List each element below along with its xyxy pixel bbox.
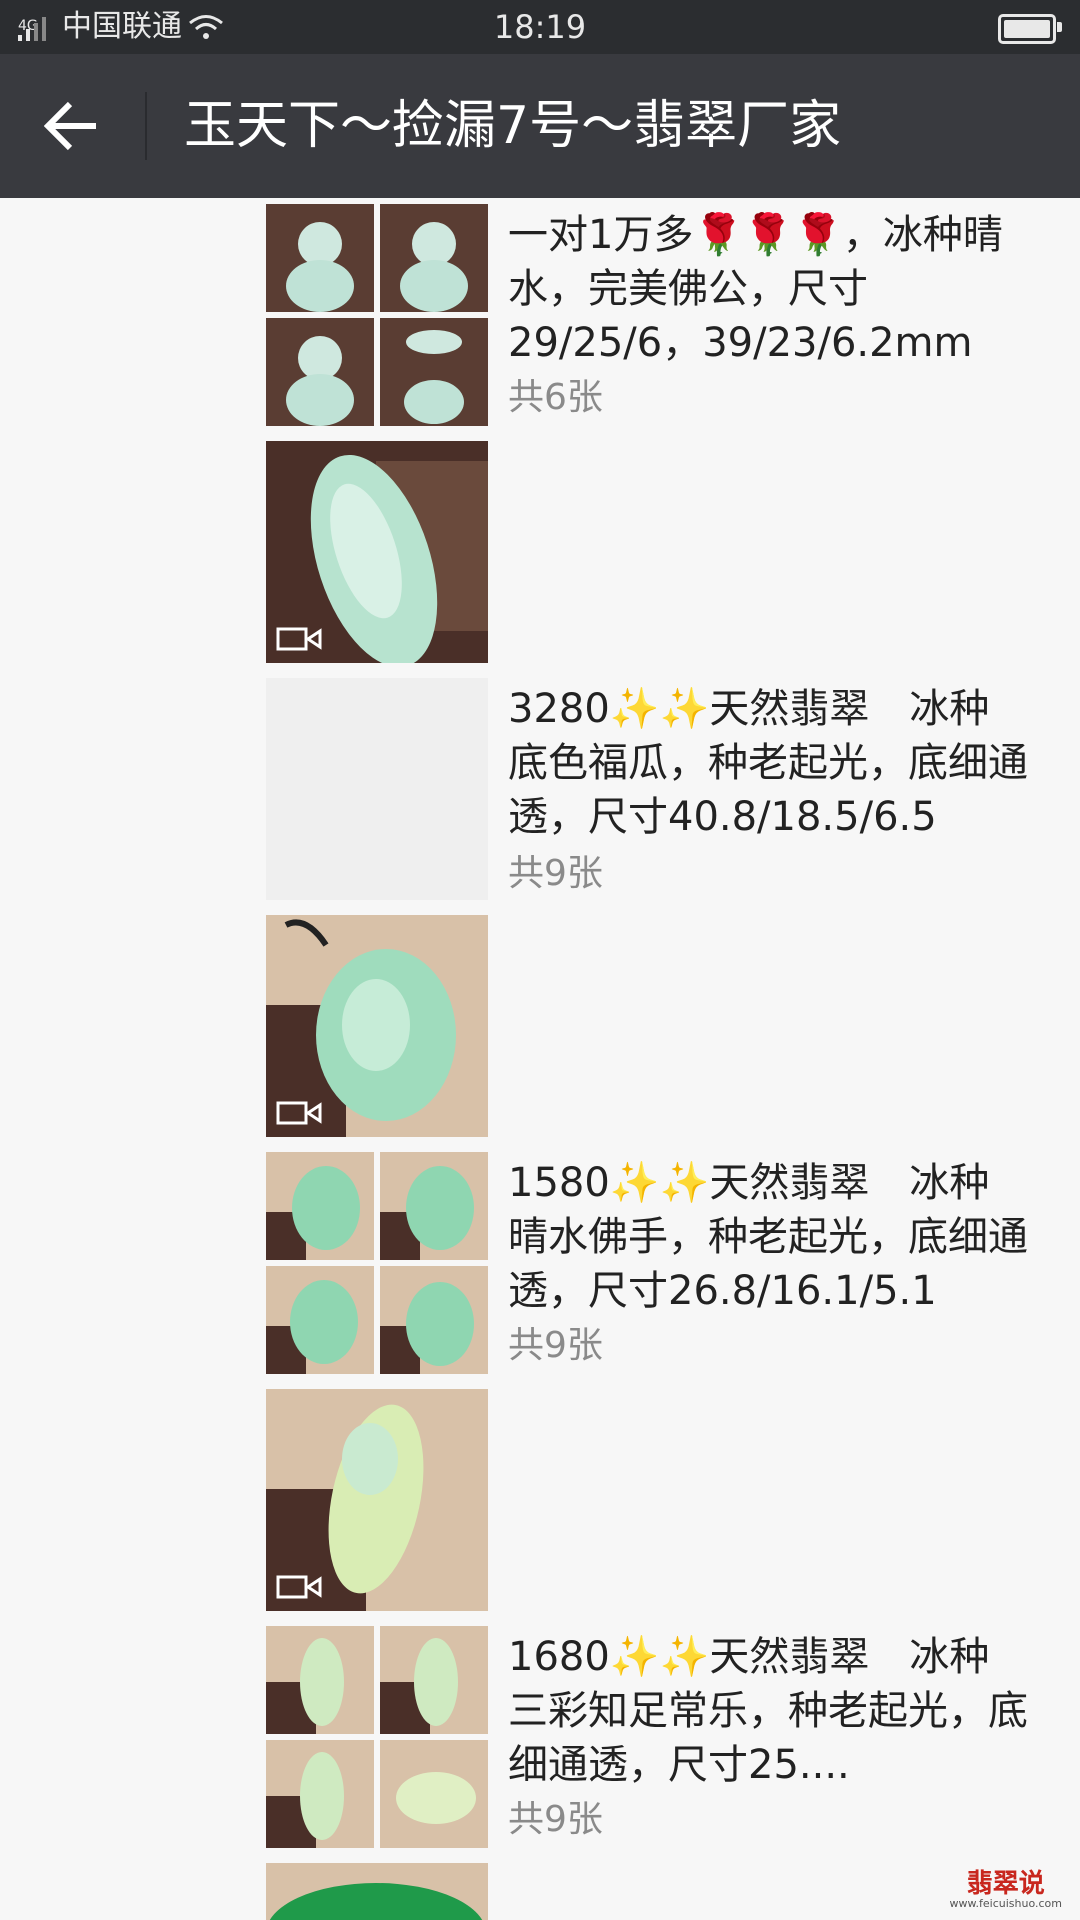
status-bar: 4G 中国联通 18:19: [0, 0, 1080, 54]
post-caption: 1580✨✨天然翡翠 冰种晴水佛手，种老起光，底细通透，尺寸26.8/16.1/…: [508, 1160, 1028, 1314]
photo-count: 共9张: [508, 1799, 603, 1840]
post-caption: 1680✨✨天然翡翠 冰种三彩知足常乐，种老起光，底细通透，尺寸25....: [508, 1634, 1028, 1788]
list-item[interactable]: [266, 1863, 1066, 1920]
jade-pendant-photo: [266, 1152, 374, 1260]
back-arrow-icon[interactable]: [44, 100, 100, 152]
photo-count: 共9张: [508, 853, 603, 894]
list-item[interactable]: [266, 1389, 1066, 1611]
watermark-url: www.feicuishuo.com: [949, 1897, 1062, 1910]
watermark-text: 翡翠说: [966, 1869, 1045, 1899]
jade-pendant-photo: [380, 1152, 488, 1260]
list-item[interactable]: [266, 441, 1066, 663]
jade-figure-photo: [266, 1626, 374, 1734]
watermark-logo: 翡翠说 www.feicuishuo.com: [950, 1870, 1062, 1910]
video-camera-icon: [276, 1101, 322, 1125]
image-placeholder[interactable]: [266, 678, 488, 900]
video-camera-icon: [276, 627, 322, 651]
jade-buddha-photo: [266, 204, 374, 312]
nav-divider: [145, 92, 147, 160]
photo-count: 共6张: [508, 377, 603, 418]
partial-thumbnail[interactable]: [266, 1863, 488, 1920]
battery-icon: [998, 14, 1062, 44]
navigation-bar: 玉天下～捡漏7号～翡翠厂家: [0, 54, 1080, 198]
jade-figure-photo: [380, 1740, 488, 1848]
photo-grid[interactable]: [266, 1152, 488, 1374]
jade-pendant-photo: [266, 1266, 374, 1374]
jade-buddha-photo: [380, 204, 488, 312]
photo-grid[interactable]: [266, 1626, 488, 1848]
jade-buddha-photo: [266, 318, 374, 426]
list-item[interactable]: 1680✨✨天然翡翠 冰种三彩知足常乐，种老起光，底细通透，尺寸25.... 共…: [266, 1626, 1066, 1848]
page-title: 玉天下～捡漏7号～翡翠厂家: [184, 96, 842, 156]
jade-figure-photo: [380, 1626, 488, 1734]
list-item[interactable]: [266, 915, 1066, 1137]
post-caption: 一对1万多🌹🌹🌹，冰种晴水，完美佛公，尺寸29/25/6，39/23/6.2mm: [508, 212, 1003, 366]
photo-count: 共9张: [508, 1325, 603, 1366]
jade-buddha-photo: [380, 318, 488, 426]
jade-pendant-photo: [380, 1266, 488, 1374]
status-time: 18:19: [493, 8, 587, 46]
list-item[interactable]: 1580✨✨天然翡翠 冰种晴水佛手，种老起光，底细通透，尺寸26.8/16.1/…: [266, 1152, 1066, 1374]
list-item[interactable]: 一对1万多🌹🌹🌹，冰种晴水，完美佛公，尺寸29/25/6，39/23/6.2mm…: [266, 204, 1066, 426]
jade-figure-photo: [266, 1740, 374, 1848]
video-camera-icon: [276, 1575, 322, 1599]
post-caption: 3280✨✨天然翡翠 冰种底色福瓜，种老起光，底细通透，尺寸40.8/18.5/…: [508, 686, 1028, 840]
photo-grid[interactable]: [266, 204, 488, 426]
list-item[interactable]: 3280✨✨天然翡翠 冰种底色福瓜，种老起光，底细通透，尺寸40.8/18.5/…: [266, 678, 1066, 900]
